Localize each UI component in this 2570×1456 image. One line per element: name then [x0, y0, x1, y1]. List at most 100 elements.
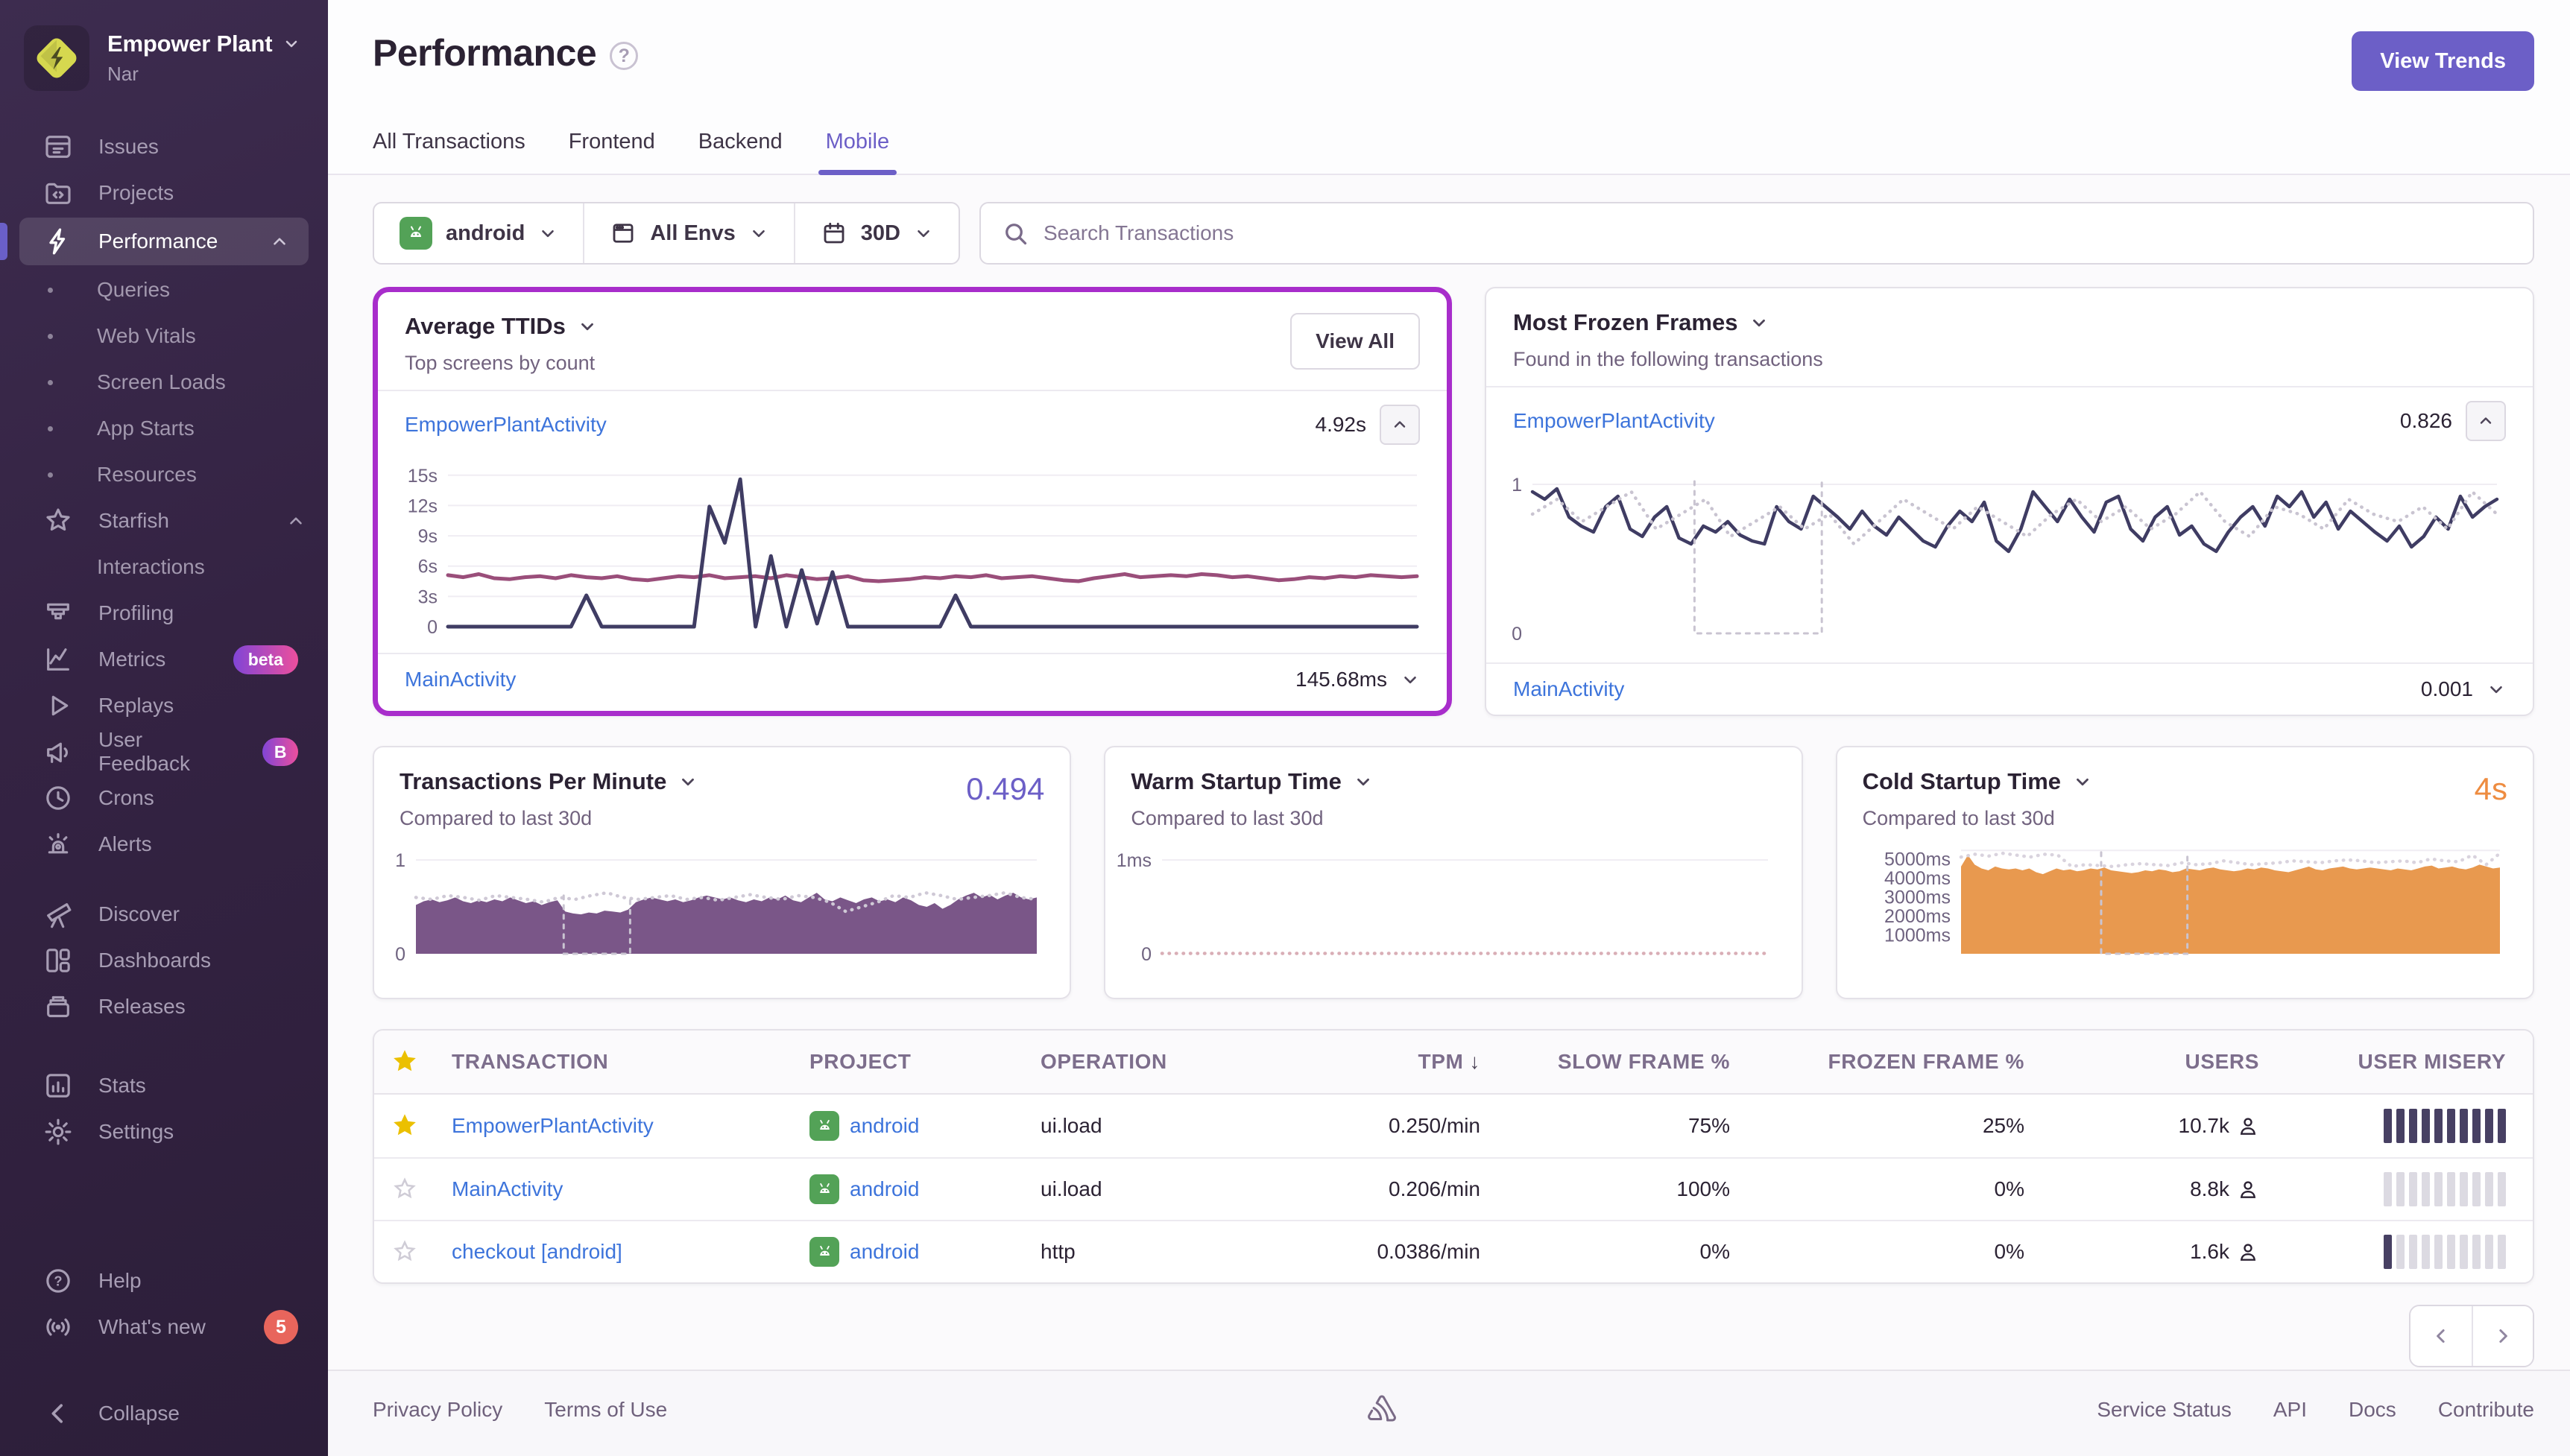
search-input[interactable]	[1043, 221, 2512, 245]
sidebar-item-replays[interactable]: Replays	[0, 683, 328, 729]
user-icon	[2240, 1244, 2256, 1261]
transaction-link[interactable]: EmpowerPlantActivity	[405, 413, 607, 437]
sidebar-item-performance[interactable]: Performance	[0, 218, 309, 265]
sidebar-item-resources[interactable]: Resources	[0, 452, 328, 498]
calendar-icon	[824, 222, 844, 244]
sidebar-item-settings[interactable]: Settings	[0, 1109, 328, 1155]
star-cell[interactable]	[392, 1177, 452, 1202]
table-row[interactable]: MainActivity android ui.load 0.206/min 1…	[374, 1157, 2533, 1220]
column-header[interactable]: FROZEN FRAME %	[1730, 1050, 2024, 1074]
svg-text:0: 0	[427, 617, 438, 638]
sidebar-item-label: Starfish	[98, 509, 169, 532]
chevron-down-icon	[286, 40, 297, 48]
sidebar-item-label: User Feedback	[98, 728, 190, 775]
user-icon	[2240, 1181, 2256, 1198]
project-filter[interactable]: android	[374, 203, 583, 263]
chevron-down-icon[interactable]	[1749, 313, 1769, 332]
sidebar-item-discover[interactable]: Discover	[0, 891, 328, 937]
tab-backend[interactable]: Backend	[698, 130, 783, 174]
previous-page-button[interactable]	[2410, 1306, 2472, 1366]
sidebar-item-metrics[interactable]: Metrics beta	[0, 636, 328, 683]
chevron-down-icon[interactable]	[678, 772, 698, 791]
transaction-link[interactable]: MainActivity	[405, 668, 516, 691]
user-misery-bars	[2384, 1109, 2506, 1143]
column-header[interactable]: TRANSACTION	[452, 1050, 809, 1074]
app: Empower Plant Nar Issues Projects Perfor…	[0, 0, 2570, 1456]
help-circle-icon[interactable]: ?	[610, 42, 639, 70]
transaction-link[interactable]: MainActivity	[1513, 677, 1624, 701]
collapse-chevron-button[interactable]	[1380, 405, 1420, 445]
column-header[interactable]: SLOW FRAME %	[1480, 1050, 1730, 1074]
transaction-link[interactable]: EmpowerPlantActivity	[452, 1114, 654, 1138]
sidebar-item-alerts[interactable]: Alerts	[0, 821, 328, 867]
clock-icon	[42, 783, 75, 813]
next-page-button[interactable]	[2472, 1306, 2533, 1366]
docs-link[interactable]: Docs	[2349, 1398, 2396, 1422]
tab-all-transactions[interactable]: All Transactions	[373, 130, 525, 174]
environment-filter[interactable]: All Envs	[583, 203, 793, 263]
sidebar-item-label: Metrics	[98, 648, 166, 671]
sidebar-item-web-vitals[interactable]: Web Vitals	[0, 313, 328, 359]
org-name: Empower Plant	[107, 31, 300, 57]
sidebar-item-stats[interactable]: Stats	[0, 1063, 328, 1109]
view-all-button[interactable]: View All	[1290, 313, 1420, 370]
column-header[interactable]: PROJECT	[809, 1050, 1041, 1074]
sidebar-item-whats-new[interactable]: What's new 5	[0, 1304, 328, 1350]
sidebar-item-app-starts[interactable]: App Starts	[0, 405, 328, 452]
sidebar-item-dashboards[interactable]: Dashboards	[0, 937, 328, 984]
tpm-cell: 0.0386/min	[1377, 1240, 1480, 1263]
metric-value: 0.001	[2420, 677, 2473, 700]
date-range-filter[interactable]: 30D	[793, 203, 959, 263]
sidebar-item-screen-loads[interactable]: Screen Loads	[0, 359, 328, 405]
collapse-chevron-button[interactable]	[2466, 401, 2506, 441]
service-status-link[interactable]: Service Status	[2097, 1398, 2232, 1422]
chevron-down-icon[interactable]	[1354, 772, 1373, 791]
star-cell[interactable]	[392, 1113, 452, 1139]
transaction-summary-row: EmpowerPlantActivity 4.92s	[378, 391, 1447, 458]
star-cell[interactable]	[392, 1239, 452, 1264]
sidebar-item-crons[interactable]: Crons	[0, 775, 328, 821]
view-trends-button[interactable]: View Trends	[2352, 31, 2534, 91]
sidebar-item-user-feedback[interactable]: User Feedback B	[0, 728, 328, 775]
project-link[interactable]: android	[850, 1177, 919, 1201]
project-link[interactable]: android	[850, 1114, 919, 1138]
column-header-sorted[interactable]: TPM ↓	[1286, 1050, 1480, 1074]
sidebar-item-releases[interactable]: Releases	[0, 984, 328, 1030]
terms-of-use-link[interactable]: Terms of Use	[544, 1398, 667, 1422]
column-header[interactable]: OPERATION	[1041, 1050, 1286, 1074]
most-frozen-frames-chart: 10	[1512, 475, 2499, 645]
users-count: 1.6k	[2190, 1240, 2229, 1263]
transaction-summary-row: MainActivity 145.68ms	[378, 654, 1447, 705]
table-row[interactable]: EmpowerPlantActivity android ui.load 0.2…	[374, 1095, 2533, 1157]
expand-chevron-icon[interactable]	[2487, 680, 2506, 699]
sidebar-item-interactions[interactable]: Interactions	[0, 544, 328, 590]
sidebar-item-issues[interactable]: Issues	[0, 124, 328, 170]
privacy-policy-link[interactable]: Privacy Policy	[373, 1398, 502, 1422]
sidebar-collapse-button[interactable]: Collapse	[0, 1390, 328, 1437]
sidebar-item-queries[interactable]: Queries	[0, 267, 328, 313]
star-column-header[interactable]	[392, 1049, 452, 1074]
transaction-link[interactable]: checkout [android]	[452, 1240, 622, 1264]
sidebar-item-projects[interactable]: Projects	[0, 170, 328, 216]
org-name-label: Empower Plant	[107, 31, 273, 57]
table-body: EmpowerPlantActivity android ui.load 0.2…	[374, 1095, 2533, 1282]
transaction-link[interactable]: EmpowerPlantActivity	[1513, 409, 1715, 433]
chevron-down-icon[interactable]	[2073, 772, 2092, 791]
sidebar-item-starfish[interactable]: Starfish	[0, 498, 328, 544]
org-switcher[interactable]: Empower Plant Nar	[0, 0, 328, 110]
tab-frontend[interactable]: Frontend	[569, 130, 655, 174]
metrics-icon	[42, 645, 75, 674]
column-header[interactable]: USER MISERY	[2259, 1050, 2506, 1074]
table-row[interactable]: checkout [android] android http 0.0386/m…	[374, 1220, 2533, 1282]
chevron-down-icon[interactable]	[578, 317, 597, 336]
contribute-link[interactable]: Contribute	[2438, 1398, 2534, 1422]
sidebar-item-help[interactable]: ? Help	[0, 1258, 328, 1304]
sidebar-item-profiling[interactable]: Profiling	[0, 590, 328, 636]
project-link[interactable]: android	[850, 1240, 919, 1264]
transaction-summary-row: EmpowerPlantActivity 0.826	[1486, 387, 2533, 455]
column-header[interactable]: USERS	[2024, 1050, 2259, 1074]
transaction-link[interactable]: MainActivity	[452, 1177, 563, 1201]
tab-mobile[interactable]: Mobile	[818, 130, 897, 175]
expand-chevron-icon[interactable]	[1401, 670, 1420, 689]
api-link[interactable]: API	[2273, 1398, 2307, 1422]
